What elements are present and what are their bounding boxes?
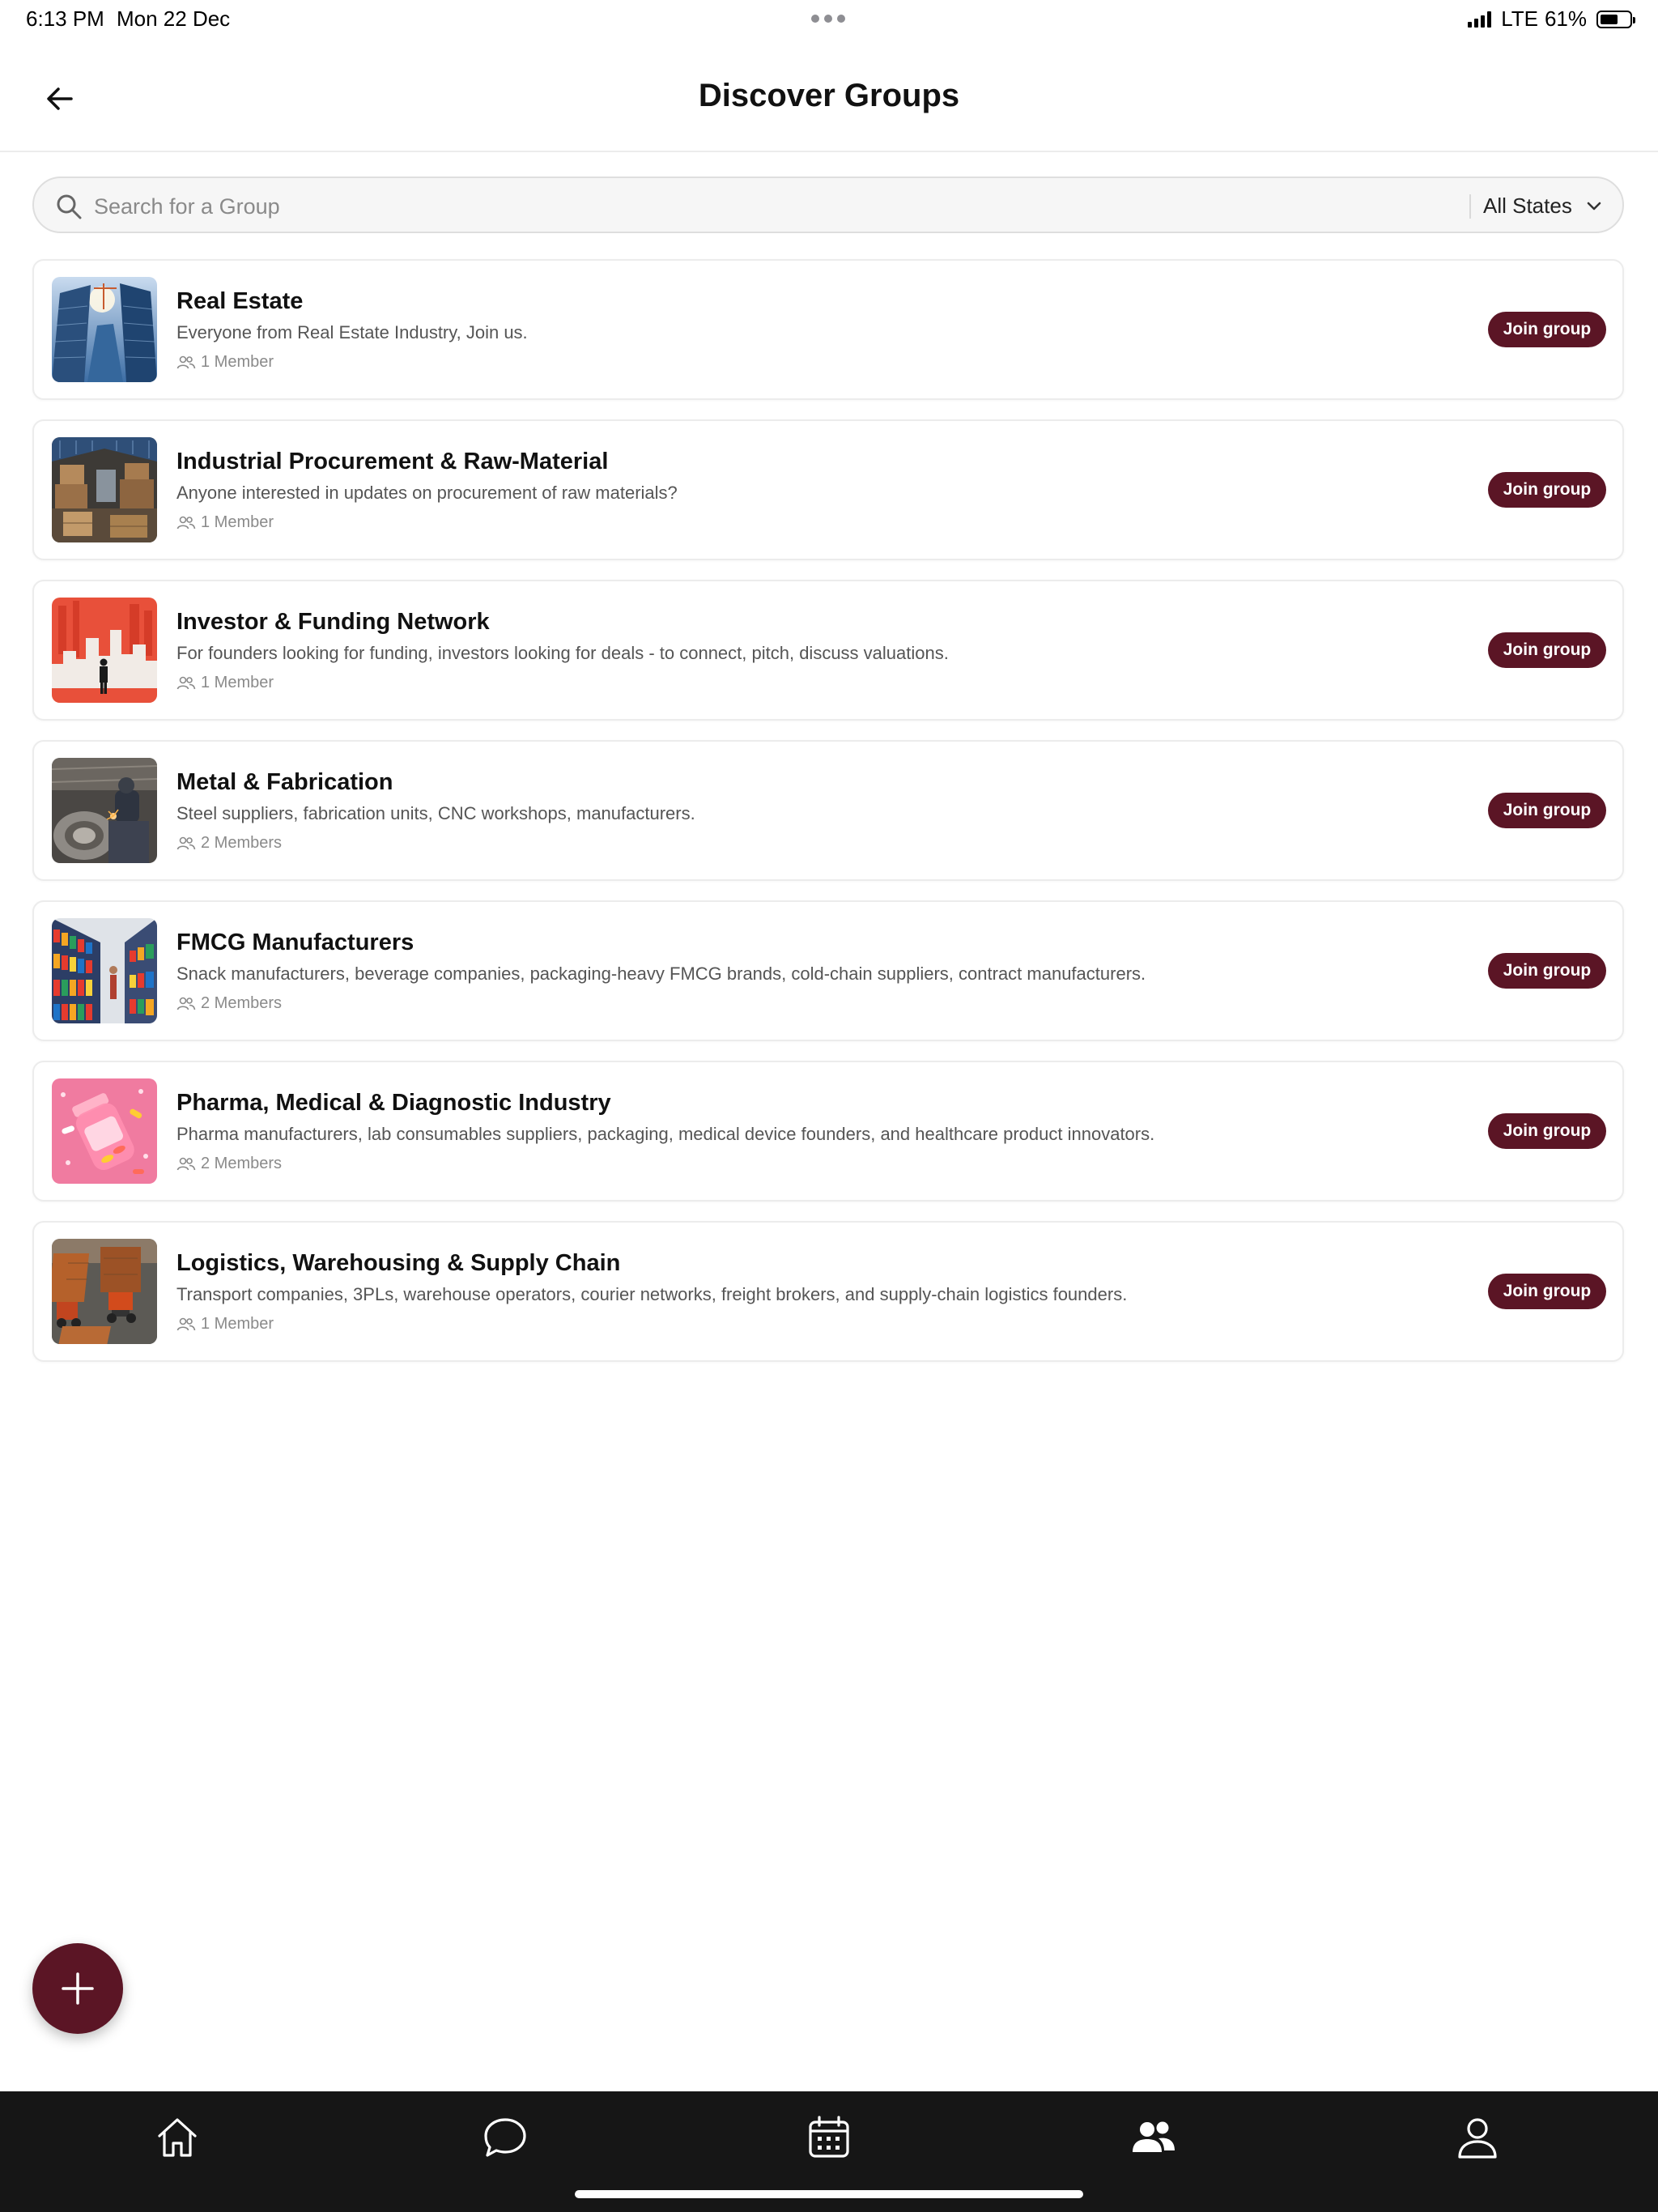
members-icon: [176, 997, 196, 1010]
member-count: 2 Members: [176, 994, 282, 1013]
members-icon: [176, 355, 196, 368]
chat-icon: [484, 2118, 526, 2157]
home-icon: [158, 2118, 197, 2157]
member-count-label: 1 Member: [201, 1315, 274, 1333]
group-card[interactable]: Industrial Procurement & Raw-Material An…: [32, 419, 1624, 560]
members-icon: [176, 1317, 196, 1330]
group-name: Real Estate: [176, 288, 304, 314]
members-icon: [176, 836, 196, 849]
members-icon: [176, 676, 196, 689]
skyscraper-image: [52, 277, 157, 382]
group-card[interactable]: Logistics, Warehousing & Supply Chain Tr…: [32, 1221, 1624, 1362]
tab-profile[interactable]: [1449, 2109, 1506, 2166]
group-list: Real Estate Everyone from Real Estate In…: [32, 259, 1624, 1381]
home-indicator: [575, 2190, 1083, 2198]
group-card[interactable]: Real Estate Everyone from Real Estate In…: [32, 259, 1624, 400]
plus-icon: [62, 1972, 94, 2005]
search-icon: [57, 194, 82, 219]
member-count-label: 1 Member: [201, 513, 274, 531]
group-description: Snack manufacturers, beverage companies,…: [176, 963, 1146, 984]
join-group-button[interactable]: Join group: [1488, 1274, 1606, 1309]
member-count-label: 1 Member: [201, 674, 274, 691]
network-label: LTE: [1501, 6, 1538, 31]
member-count-label: 2 Members: [201, 834, 283, 852]
member-count-label: 2 Members: [201, 1155, 283, 1172]
group-description: Anyone interested in updates on procurem…: [176, 483, 678, 503]
tab-groups[interactable]: [1125, 2109, 1182, 2166]
tab-chat[interactable]: [477, 2109, 534, 2166]
group-card[interactable]: FMCG Manufacturers Snack manufacturers, …: [32, 900, 1624, 1041]
calendar-icon: [809, 2116, 849, 2158]
store-shelves-image: [52, 918, 157, 1023]
join-group-button[interactable]: Join group: [1488, 632, 1606, 668]
group-name: Metal & Fabrication: [176, 769, 393, 795]
group-card[interactable]: Pharma, Medical & Diagnostic Industry Ph…: [32, 1061, 1624, 1202]
trucks-image: [52, 1239, 157, 1344]
signal-icon: [1468, 11, 1492, 28]
states-filter-dropdown[interactable]: All States: [1483, 186, 1626, 225]
metal-workshop-image: [52, 758, 157, 863]
member-count-label: 1 Member: [201, 353, 274, 371]
group-name: Investor & Funding Network: [176, 609, 490, 635]
group-description: Pharma manufacturers, lab consumables su…: [176, 1124, 1155, 1144]
join-group-button[interactable]: Join group: [1488, 953, 1606, 989]
join-group-button[interactable]: Join group: [1488, 472, 1606, 508]
group-name: Logistics, Warehousing & Supply Chain: [176, 1250, 621, 1276]
battery-icon: [1596, 10, 1635, 28]
warehouse-image: [52, 437, 157, 542]
multitasking-dots-icon[interactable]: [811, 15, 845, 23]
join-group-button[interactable]: Join group: [1488, 1113, 1606, 1149]
member-count: 2 Members: [176, 1155, 282, 1173]
battery-percent: 61%: [1544, 6, 1587, 31]
member-count: 1 Member: [176, 674, 274, 692]
chevron-down-icon: [1587, 202, 1601, 211]
group-description: For founders looking for funding, invest…: [176, 643, 949, 663]
member-count: 1 Member: [176, 513, 274, 532]
search-input[interactable]: [92, 186, 1391, 227]
group-name: Pharma, Medical & Diagnostic Industry: [176, 1090, 611, 1116]
status-date: Mon 22 Dec: [117, 6, 231, 31]
tab-home[interactable]: [149, 2109, 206, 2166]
tab-bar: [0, 2091, 1658, 2212]
page-title: Discover Groups: [698, 78, 960, 113]
member-count-label: 2 Members: [201, 994, 283, 1012]
member-count: 2 Members: [176, 834, 282, 853]
profile-icon: [1458, 2118, 1497, 2159]
header: Discover Groups: [0, 39, 1658, 152]
group-description: Everyone from Real Estate Industry, Join…: [176, 322, 528, 342]
group-card[interactable]: Metal & Fabrication Steel suppliers, fab…: [32, 740, 1624, 881]
search-bar: All States: [32, 177, 1624, 233]
group-description: Transport companies, 3PLs, warehouse ope…: [176, 1284, 1128, 1304]
members-icon: [176, 1157, 196, 1170]
groups-icon: [1133, 2121, 1175, 2152]
group-description: Steel suppliers, fabrication units, CNC …: [176, 803, 695, 823]
tab-calendar[interactable]: [801, 2109, 857, 2166]
status-indicators: LTE 61%: [1468, 6, 1635, 32]
pill-bottle-image: [52, 1078, 157, 1184]
search-divider: [1469, 194, 1471, 219]
member-count: 1 Member: [176, 353, 274, 372]
members-icon: [176, 516, 196, 529]
group-name: Industrial Procurement & Raw-Material: [176, 449, 609, 474]
create-group-button[interactable]: [32, 1943, 123, 2034]
city-silhouette-image: [52, 598, 157, 703]
status-bar: 6:13 PM Mon 22 Dec LTE 61%: [0, 0, 1658, 39]
group-name: FMCG Manufacturers: [176, 929, 414, 955]
group-card[interactable]: Investor & Funding Network For founders …: [32, 580, 1624, 721]
status-time: 6:13 PM: [26, 6, 104, 31]
states-filter-label: All States: [1483, 193, 1572, 218]
join-group-button[interactable]: Join group: [1488, 793, 1606, 828]
join-group-button[interactable]: Join group: [1488, 312, 1606, 347]
member-count: 1 Member: [176, 1315, 274, 1334]
